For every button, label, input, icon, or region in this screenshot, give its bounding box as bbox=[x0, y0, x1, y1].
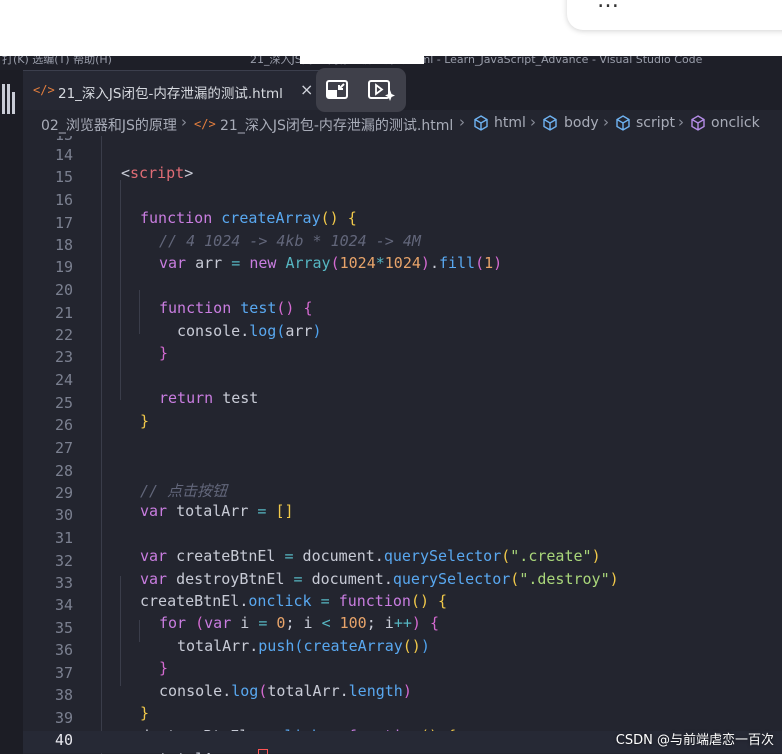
line-number: 14 bbox=[54, 146, 73, 164]
code-line: 19 bbox=[23, 258, 782, 280]
line-number: 21 bbox=[54, 304, 73, 322]
line-number: 20 bbox=[54, 281, 73, 299]
code-line: 23 bbox=[23, 348, 782, 370]
breadcrumb-body[interactable]: body bbox=[564, 115, 599, 131]
code-line: 26 bbox=[23, 416, 782, 438]
breadcrumb-separator: › bbox=[459, 113, 465, 131]
close-icon[interactable]: × bbox=[300, 80, 313, 99]
line-number: 19 bbox=[54, 258, 73, 276]
code-line: 29 var totalArr = [] bbox=[23, 484, 782, 520]
line-number: 37 bbox=[54, 664, 73, 682]
cube-icon bbox=[615, 115, 631, 135]
code-line: 15 bbox=[23, 168, 782, 190]
vscode-window: 打(K) 选编(T) 帮助(H) 21_深入JS闭包-内存泄漏的测试.html … bbox=[0, 56, 782, 754]
line-number: 32 bbox=[54, 552, 73, 570]
title-mask bbox=[300, 56, 424, 64]
line-number: 31 bbox=[54, 529, 73, 547]
line-number: 18 bbox=[54, 236, 73, 254]
tab-label: 21_深入JS闭包-内存泄漏的测试.html bbox=[58, 86, 283, 102]
code-editor[interactable]: 13 14 <script> 15 16 function createArra… bbox=[23, 136, 782, 754]
cube-icon bbox=[542, 115, 558, 135]
code-line: 21 console.log(arr) bbox=[23, 304, 782, 340]
line-number: 38 bbox=[54, 686, 73, 704]
watermark: CSDN @与前端虐恋一百次 bbox=[615, 733, 774, 748]
code-line: 31 var createBtnEl = document.querySelec… bbox=[23, 529, 782, 565]
code-line: 28 // 点击按钮 bbox=[23, 462, 782, 500]
code-line: 32 var destroyBtnEl = document.querySele… bbox=[23, 552, 782, 588]
line-number: 22 bbox=[54, 326, 73, 344]
breadcrumb-separator: › bbox=[678, 113, 684, 131]
floating-video-controls bbox=[316, 68, 406, 112]
menu-text[interactable]: 打(K) 选编(T) 帮助(H) bbox=[2, 56, 112, 67]
breadcrumb-onclick[interactable]: onclick bbox=[711, 115, 760, 131]
line-number: 29 bbox=[54, 484, 73, 502]
code-line: 14 <script> bbox=[23, 146, 782, 182]
line-number: 40 bbox=[54, 731, 73, 749]
line-number: 15 bbox=[54, 168, 73, 186]
breadcrumb-script[interactable]: script bbox=[636, 115, 675, 131]
line-number: 27 bbox=[54, 439, 73, 457]
code-line: 17 // 4 1024 -> 4kb * 1024 -> 4M bbox=[23, 214, 782, 250]
text-cursor bbox=[258, 749, 269, 754]
line-number: 39 bbox=[54, 709, 73, 727]
code-line: 22 } bbox=[23, 326, 782, 362]
top-overlay-text: … bbox=[597, 0, 621, 13]
tab-active-file[interactable]: </> 21_深入JS闭包-内存泄漏的测试.html × bbox=[23, 70, 323, 110]
line-number: 13 bbox=[23, 136, 73, 144]
line-number: 25 bbox=[54, 394, 73, 412]
code-line: 18 var arr = new Array(1024*1024).fill(1… bbox=[23, 236, 782, 272]
code-line: 38 } bbox=[23, 686, 782, 722]
line-number: 16 bbox=[54, 191, 73, 209]
breadcrumb-folder[interactable]: 02_浏览器和JS的原理 bbox=[41, 115, 177, 135]
breadcrumb-separator: › bbox=[181, 113, 187, 131]
line-number: 36 bbox=[54, 641, 73, 659]
code-text: totalArr = bbox=[159, 749, 269, 754]
line-number: 33 bbox=[54, 574, 73, 592]
code-line: 27 bbox=[23, 439, 782, 461]
code-line: 25 } bbox=[23, 394, 782, 430]
code-line: 16 function createArray() { bbox=[23, 191, 782, 227]
code-line: 39 destroyBtnEl.onclick = function() { bbox=[23, 709, 782, 745]
exit-pip-icon[interactable] bbox=[322, 76, 352, 104]
code-line: 33 createBtnEl.onclick = function() { bbox=[23, 574, 782, 610]
code-line: 20 function test() { bbox=[23, 281, 782, 317]
line-number: 24 bbox=[54, 371, 73, 389]
top-overlay-pill[interactable]: … bbox=[567, 0, 782, 30]
line-number: 30 bbox=[54, 506, 73, 524]
line-number: 17 bbox=[54, 214, 73, 232]
line-number: 23 bbox=[54, 348, 73, 366]
code-line: 30 bbox=[23, 506, 782, 528]
breadcrumb-file[interactable]: 21_深入JS闭包-内存泄漏的测试.html bbox=[220, 115, 453, 135]
code-line: 36 } bbox=[23, 641, 782, 677]
html-file-icon: </> bbox=[194, 117, 216, 131]
explorer-icon[interactable] bbox=[2, 84, 22, 124]
line-number: 34 bbox=[54, 596, 73, 614]
method-icon bbox=[690, 115, 706, 135]
line-number: 26 bbox=[54, 416, 73, 434]
code-line: 34 for (var i = 0; i < 100; i++) { bbox=[23, 596, 782, 632]
html-file-icon: </> bbox=[33, 83, 55, 97]
activity-bar bbox=[0, 70, 23, 754]
cube-icon bbox=[473, 115, 489, 135]
code-line: 37 console.log(totalArr.length) bbox=[23, 664, 782, 700]
video-effects-icon[interactable] bbox=[366, 76, 396, 104]
line-number: 35 bbox=[54, 619, 73, 637]
code-line: 35 totalArr.push(createArray()) bbox=[23, 619, 782, 655]
breadcrumb-html[interactable]: html bbox=[494, 115, 526, 131]
code-line: 24 return test bbox=[23, 371, 782, 407]
breadcrumb-separator: › bbox=[530, 113, 536, 131]
breadcrumb-separator: › bbox=[603, 113, 609, 131]
breadcrumb: 02_浏览器和JS的原理 › </> 21_深入JS闭包-内存泄漏的测试.htm… bbox=[23, 110, 782, 136]
line-number: 28 bbox=[54, 462, 73, 480]
